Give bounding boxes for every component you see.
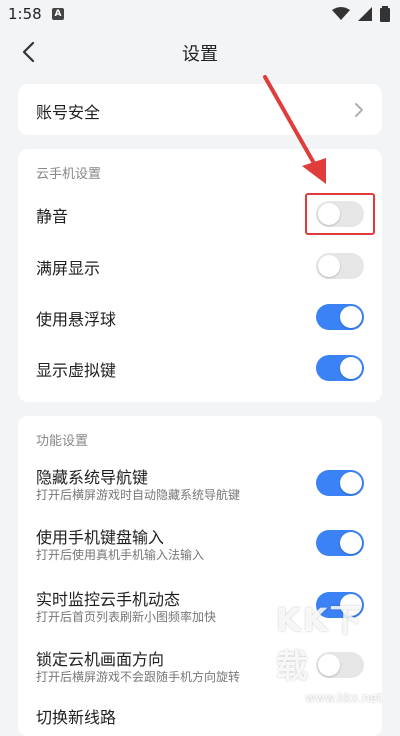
setting-row-virtual-keys: 显示虚拟键 [18, 355, 382, 381]
setting-label: 切换新线路 [36, 708, 117, 727]
virtual-keys-toggle[interactable] [316, 355, 364, 381]
setting-label: 使用悬浮球 [36, 310, 117, 329]
setting-label: 锁定云机画面方向 [36, 650, 165, 669]
toggle-knob [340, 472, 362, 494]
cloud-phone-settings-card: 云手机设置 静音 满屏显示 使用悬浮球 显示虚拟键 [18, 149, 382, 402]
toggle-knob [340, 532, 362, 554]
status-time: 1:58 [8, 5, 42, 23]
setting-label: 实时监控云手机动态 [36, 590, 181, 609]
app-header: 设置 [0, 30, 400, 74]
setting-label: 显示虚拟键 [36, 361, 117, 380]
setting-label: 静音 [36, 207, 69, 226]
signal-icon [358, 7, 372, 21]
status-icons [332, 6, 390, 22]
setting-row-phone-keyboard: 使用手机键盘输入 打开后使用真机手机输入法输入 [18, 522, 382, 564]
toggle-knob [318, 255, 340, 277]
watermark-text: KK下载 [276, 601, 364, 685]
setting-description: 打开后使用真机手机输入法输入 [36, 548, 205, 562]
setting-description: 打开后横屏游戏时自动隐藏系统导航键 [36, 488, 241, 502]
setting-description: 打开后首页列表刷新小图频率加快 [36, 610, 217, 624]
annotation-highlight-box [305, 193, 375, 235]
setting-label: 使用手机键盘输入 [36, 528, 165, 547]
setting-description: 打开后横屏游戏不会跟随手机方向旋转 [36, 670, 241, 684]
watermark: KK下载 www.kkx.net [276, 601, 396, 709]
setting-row-floating-ball: 使用悬浮球 [18, 304, 382, 330]
setting-label: 满屏显示 [36, 259, 101, 278]
toggle-knob [340, 357, 362, 379]
wifi-icon [332, 7, 350, 20]
account-security-label: 账号安全 [36, 103, 101, 122]
fullscreen-toggle[interactable] [316, 253, 364, 279]
phone-keyboard-toggle[interactable] [316, 530, 364, 556]
toggle-knob [340, 306, 362, 328]
section-title: 功能设置 [36, 434, 89, 449]
notification-badge: A [52, 8, 64, 20]
battery-icon [380, 6, 390, 22]
chevron-right-icon [355, 103, 363, 117]
setting-label: 隐藏系统导航键 [36, 468, 149, 487]
status-bar: 1:58 A [0, 0, 400, 30]
account-security-row[interactable]: 账号安全 [18, 84, 382, 135]
watermark-url: www.kkx.net [305, 691, 382, 705]
floating-ball-toggle[interactable] [316, 304, 364, 330]
setting-row-hide-nav: 隐藏系统导航键 打开后横屏游戏时自动隐藏系统导航键 [18, 462, 382, 504]
setting-row-fullscreen: 满屏显示 [18, 253, 382, 279]
section-title: 云手机设置 [36, 167, 102, 182]
page-title: 设置 [182, 44, 218, 65]
hide-nav-toggle[interactable] [316, 470, 364, 496]
